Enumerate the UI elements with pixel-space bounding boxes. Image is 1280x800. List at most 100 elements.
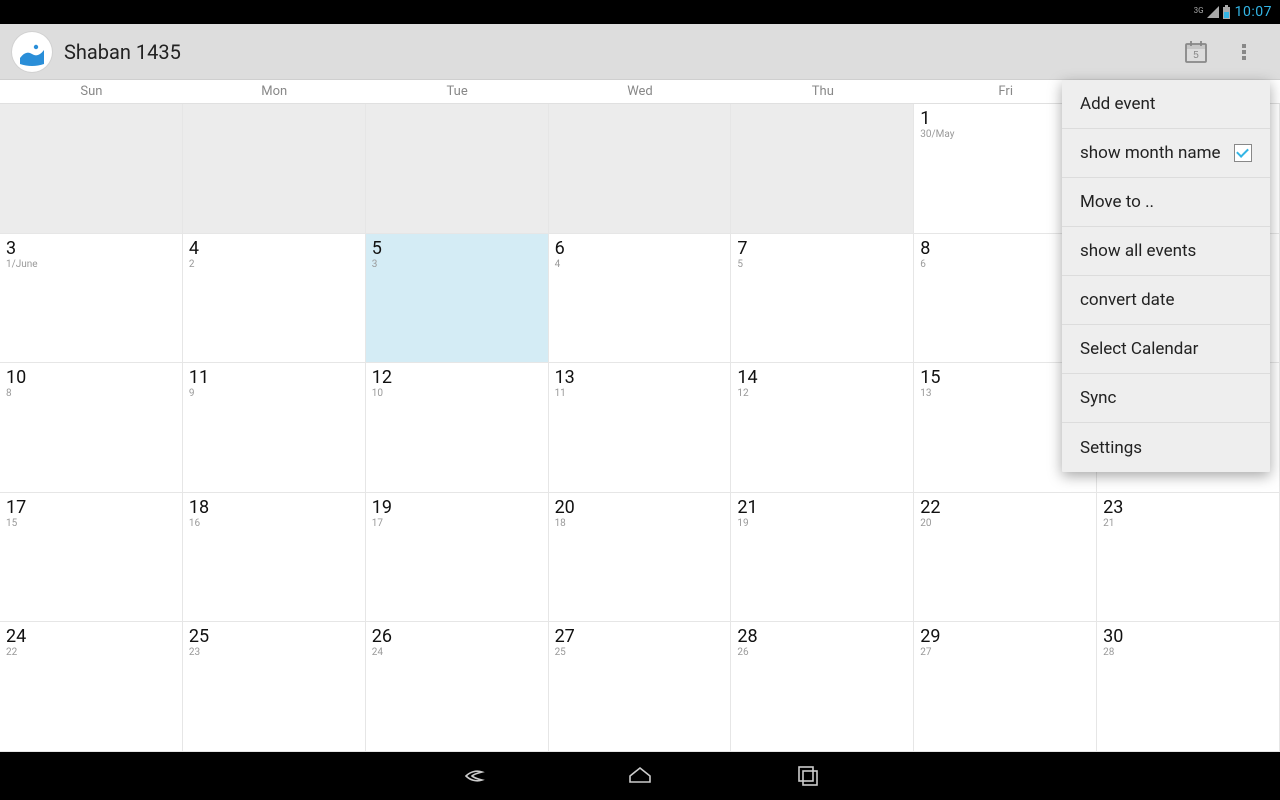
calendar-cell[interactable]: 42 [183, 234, 366, 364]
battery-icon [1222, 5, 1231, 19]
gregorian-sub-label: 17 [372, 519, 542, 529]
menu-sync[interactable]: Sync [1062, 374, 1270, 423]
app-icon[interactable] [12, 32, 52, 72]
gregorian-sub-label: 2 [189, 260, 359, 270]
gregorian-sub-label: 8 [6, 389, 176, 399]
calendar-cell[interactable]: 2220 [914, 493, 1097, 623]
gregorian-sub-label: 3 [372, 260, 542, 270]
calendar-cell [549, 104, 732, 234]
page-title[interactable]: Shaban 1435 [64, 40, 181, 64]
calendar-cell[interactable]: 2624 [366, 622, 549, 752]
menu-item-label: show month name [1080, 143, 1221, 163]
calendar-cell[interactable]: 53 [366, 234, 549, 364]
menu-item-label: Move to .. [1080, 192, 1154, 212]
day-number: 24 [6, 628, 176, 646]
calendar-cell[interactable]: 1816 [183, 493, 366, 623]
day-number: 10 [6, 369, 176, 387]
calendar-cell[interactable]: 64 [549, 234, 732, 364]
calendar-cell[interactable]: 1311 [549, 363, 732, 493]
day-number: 29 [920, 628, 1090, 646]
gregorian-sub-label: 4 [555, 260, 725, 270]
day-number: 28 [737, 628, 907, 646]
calendar-cell [183, 104, 366, 234]
menu-show-month-name[interactable]: show month name [1062, 129, 1270, 178]
menu-add-event[interactable]: Add event [1062, 80, 1270, 129]
network-label: 3G [1194, 5, 1204, 15]
weekday-label: Mon [183, 80, 366, 104]
gregorian-sub-label: 26 [737, 648, 907, 658]
calendar-cell[interactable]: 2321 [1097, 493, 1280, 623]
checkbox-checked-icon[interactable] [1234, 144, 1252, 162]
calendar-cell[interactable]: 3028 [1097, 622, 1280, 752]
day-number: 5 [372, 240, 542, 258]
day-number: 17 [6, 499, 176, 517]
menu-item-label: convert date [1080, 290, 1175, 310]
calendar-cell[interactable]: 2119 [731, 493, 914, 623]
gregorian-sub-label: 12 [737, 389, 907, 399]
calendar-cell[interactable]: 31/June [0, 234, 183, 364]
weekday-label: Wed [549, 80, 732, 104]
today-badge-number: 5 [1193, 50, 1199, 61]
day-number: 27 [555, 628, 725, 646]
status-icons: 3G [1194, 5, 1231, 19]
day-number: 22 [920, 499, 1090, 517]
gregorian-sub-label: 18 [555, 519, 725, 529]
calendar-cell [366, 104, 549, 234]
gregorian-sub-label: 25 [555, 648, 725, 658]
gregorian-sub-label: 23 [189, 648, 359, 658]
home-button[interactable] [616, 752, 664, 800]
day-number: 20 [555, 499, 725, 517]
calendar-cell[interactable]: 1210 [366, 363, 549, 493]
weekday-label: Sun [0, 80, 183, 104]
recents-button[interactable] [784, 752, 832, 800]
menu-convert-date[interactable]: convert date [1062, 276, 1270, 325]
calendar-cell[interactable]: 75 [731, 234, 914, 364]
android-status-bar: 3G 10:07 [0, 0, 1280, 24]
gregorian-sub-label: 22 [6, 648, 176, 658]
day-number: 23 [1103, 499, 1273, 517]
gregorian-sub-label: 9 [189, 389, 359, 399]
calendar-cell[interactable]: 2523 [183, 622, 366, 752]
calendar-cell[interactable]: 119 [183, 363, 366, 493]
gregorian-sub-label: 1/June [6, 260, 176, 270]
calendar-cell[interactable]: 2018 [549, 493, 732, 623]
overflow-menu-button[interactable] [1220, 28, 1268, 76]
calendar-cell[interactable]: 1917 [366, 493, 549, 623]
calendar-cell [0, 104, 183, 234]
calendar-cell[interactable]: 1412 [731, 363, 914, 493]
menu-select-calendar[interactable]: Select Calendar [1062, 325, 1270, 374]
signal-icon [1206, 5, 1220, 19]
gregorian-sub-label: 16 [189, 519, 359, 529]
calendar-cell[interactable]: 2927 [914, 622, 1097, 752]
menu-settings[interactable]: Settings [1062, 423, 1270, 472]
day-number: 7 [737, 240, 907, 258]
day-number: 26 [372, 628, 542, 646]
menu-show-all-events[interactable]: show all events [1062, 227, 1270, 276]
calendar-cell[interactable]: 2725 [549, 622, 732, 752]
day-number: 21 [737, 499, 907, 517]
day-number: 14 [737, 369, 907, 387]
back-button[interactable] [448, 752, 496, 800]
calendar-cell [731, 104, 914, 234]
weekday-label: Thu [731, 80, 914, 104]
today-button[interactable]: 5 [1172, 28, 1220, 76]
gregorian-sub-label: 21 [1103, 519, 1273, 529]
calendar-cell[interactable]: 108 [0, 363, 183, 493]
gregorian-sub-label: 28 [1103, 648, 1273, 658]
weekday-label: Tue [366, 80, 549, 104]
day-number: 19 [372, 499, 542, 517]
calendar-cell[interactable]: 2826 [731, 622, 914, 752]
gregorian-sub-label: 5 [737, 260, 907, 270]
gregorian-sub-label: 20 [920, 519, 1090, 529]
menu-item-label: Settings [1080, 438, 1142, 458]
calendar-cell[interactable]: 2422 [0, 622, 183, 752]
day-number: 12 [372, 369, 542, 387]
gregorian-sub-label: 27 [920, 648, 1090, 658]
gregorian-sub-label: 15 [6, 519, 176, 529]
status-time: 10:07 [1235, 4, 1272, 20]
menu-move-to[interactable]: Move to .. [1062, 178, 1270, 227]
calendar-cell[interactable]: 1715 [0, 493, 183, 623]
gregorian-sub-label: 11 [555, 389, 725, 399]
menu-item-label: Select Calendar [1080, 339, 1198, 359]
menu-item-label: Sync [1080, 388, 1116, 408]
